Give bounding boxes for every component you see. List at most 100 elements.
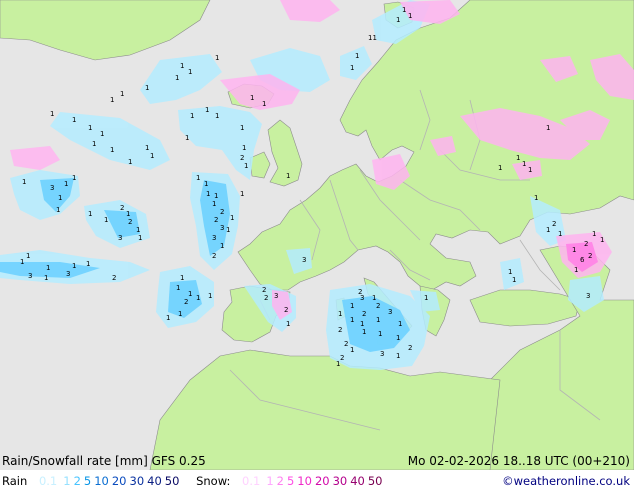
rain-legend-values: 0.1 1 2 5 10 20 30 40 50 [39, 474, 182, 488]
precip-value-label: 1 [250, 94, 254, 102]
precip-value-label: 2 [240, 154, 244, 162]
rain-legend-label: Rain [2, 474, 28, 488]
precip-value-label: 1 [56, 206, 60, 214]
rain-legend-item: 0.1 [38, 474, 58, 488]
precip-value-label: 2 [262, 286, 266, 294]
precip-value-label: 1 [145, 84, 149, 92]
map-title: Rain/Snowfall rate [mm] GFS 0.25 [2, 454, 206, 468]
precip-value-label: 3 [302, 256, 306, 264]
precip-value-label: 3 [66, 270, 70, 278]
precip-value-label: 1 [262, 100, 266, 108]
precip-value-label: 1 [26, 252, 30, 260]
precip-value-label: 1 [546, 226, 550, 234]
precip-value-label: 2 [184, 298, 188, 306]
precip-value-label: 1 [424, 294, 428, 302]
precip-value-label: 1 [574, 266, 578, 274]
precip-value-label: 1 [110, 146, 114, 154]
precip-value-label: 1 [100, 130, 104, 138]
precip-value-label: 3 [28, 272, 32, 280]
precip-value-label: 1 [180, 62, 184, 70]
precip-value-label: 2 [588, 252, 592, 260]
precip-value-label: 1 [205, 106, 209, 114]
precip-value-label: 1 [175, 74, 179, 82]
precip-value-label: 1 [44, 274, 48, 282]
precip-value-label: 1 [378, 330, 382, 338]
precip-value-label: 1 [336, 360, 340, 368]
precip-value-label: 1 [600, 236, 604, 244]
rain-legend-item: 20 [111, 474, 127, 488]
precip-value-label: 1 [226, 226, 230, 234]
precip-value-label: 1 [72, 174, 76, 182]
precip-value-label: 2 [344, 340, 348, 348]
precip-value-label: 1 [244, 162, 248, 170]
precip-value-label: 1 [214, 192, 218, 200]
precip-value-label: 1 [362, 328, 366, 336]
precip-value-label: 1 [50, 110, 54, 118]
precip-value-label: 1 [64, 180, 68, 188]
precip-value-label: 1 [402, 6, 406, 14]
precip-value-label: 1 [528, 166, 532, 174]
precip-value-label: 1 [508, 268, 512, 276]
precip-value-label: 1 [242, 144, 246, 152]
precip-value-label: 6 [580, 256, 585, 264]
precip-value-label: 1 [120, 90, 124, 98]
precip-value-label: 1 [72, 116, 76, 124]
precip-value-label: 2 [214, 216, 218, 224]
snow-legend-item: 30 [332, 474, 348, 488]
rain-legend-item: 2 [73, 474, 81, 488]
precip-value-label: 2 [340, 354, 344, 362]
precip-value-label: 2 [584, 240, 588, 248]
snow-legend-item: 50 [367, 474, 383, 488]
snow-legend-values: 0.1 1 2 5 10 20 30 40 50 [242, 474, 385, 488]
precip-value-label: 1 [512, 276, 516, 284]
snow-legend-item: 5 [286, 474, 295, 488]
precip-value-label: 2 [212, 252, 216, 260]
precip-value-label: 1 [208, 292, 212, 300]
precip-value-label: 1 [166, 314, 170, 322]
precip-value-label: 1 [180, 274, 184, 282]
precip-value-label: 1 [204, 180, 208, 188]
precip-value-label: 1 [372, 294, 376, 302]
precip-value-label: 1 [396, 352, 400, 360]
precip-value-label: 2 [408, 344, 412, 352]
precip-value-label: 11 [368, 34, 377, 42]
precip-value-label: 2 [112, 274, 116, 282]
precip-value-label: 2 [128, 218, 132, 226]
rain-legend-item: 1 [63, 474, 71, 488]
precip-value-label: 1 [350, 316, 354, 324]
precip-value-label: 1 [178, 310, 182, 318]
precip-value-label: 1 [150, 152, 154, 160]
rain-legend-item: 30 [129, 474, 145, 488]
precip-value-label: 1 [286, 320, 290, 328]
precip-value-label: 1 [212, 200, 216, 208]
precip-value-label: 2 [376, 302, 380, 310]
precip-value-label: 1 [72, 262, 76, 270]
precip-value-label: 1 [215, 54, 219, 62]
precip-value-label: 1 [338, 310, 342, 318]
precip-value-label: 1 [396, 334, 400, 342]
precip-value-label: 1 [196, 294, 200, 302]
precip-value-label: 3 [274, 292, 278, 300]
snow-legend-item: 1 [266, 474, 274, 488]
precip-value-label: 1 [145, 144, 149, 152]
precip-value-label: 1 [522, 160, 526, 168]
precip-value-label: 2 [220, 208, 224, 216]
precip-value-label: 1 [136, 226, 140, 234]
precip-value-label: 1 [572, 246, 576, 254]
precip-value-label: 1 [176, 284, 180, 292]
precip-value-label: 1 [516, 154, 520, 162]
precip-value-label: 1 [240, 190, 244, 198]
precip-value-label: 1 [92, 140, 96, 148]
precip-value-label: 1 [104, 216, 108, 224]
credit-link[interactable]: ©weatheronline.co.uk [502, 474, 630, 488]
color-legend: Rain 0.1 1 2 5 10 20 30 40 50 Snow: 0.1 1 2 5 10 20 30… [2, 474, 390, 488]
precip-value-label: 2 [120, 204, 124, 212]
precip-value-label: 1 [206, 190, 210, 198]
precipitation-map: 1111111111111111111111 111111111211131111… [0, 0, 634, 470]
precip-value-label: 3 [380, 350, 384, 358]
precip-value-label: 1 [350, 64, 354, 72]
snow-legend-item: 40 [350, 474, 365, 488]
rain-legend-item: 5 [83, 474, 92, 488]
precip-value-label: 1 [86, 260, 90, 268]
precip-value-label: 3 [212, 234, 216, 242]
